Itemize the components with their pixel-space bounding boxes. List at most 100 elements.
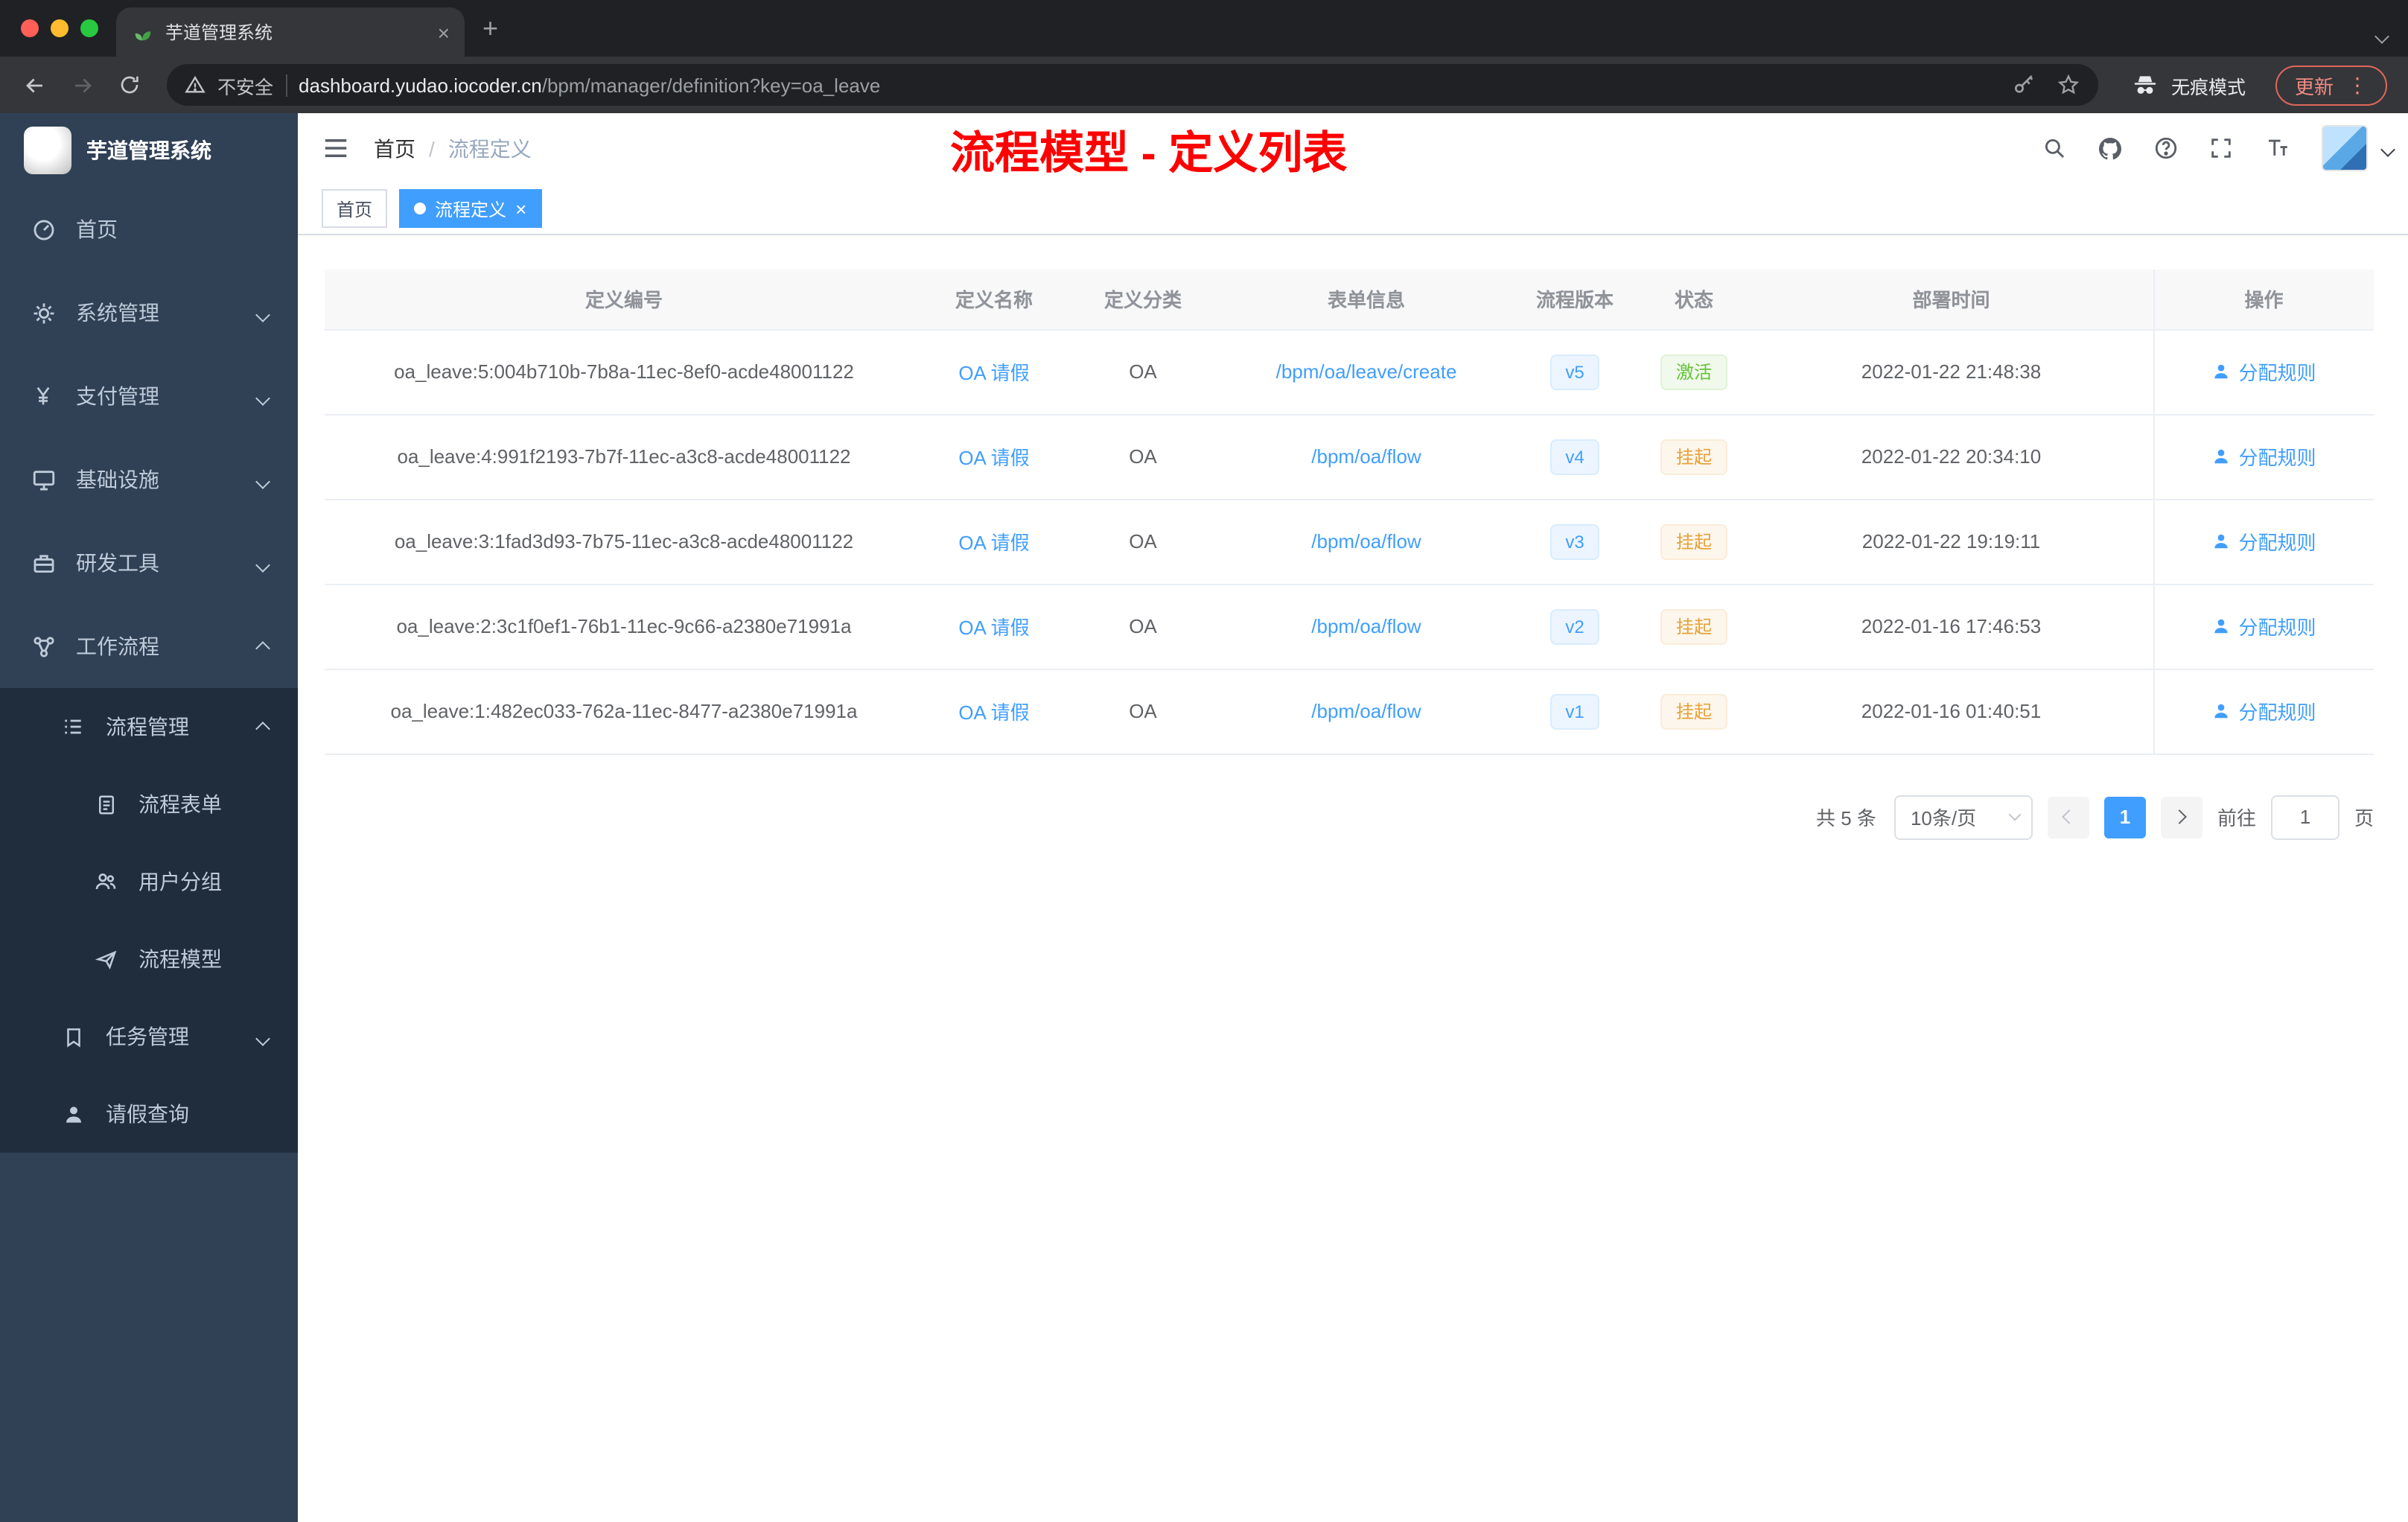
form-link[interactable]: /bpm/oa/flow [1311, 615, 1421, 637]
version-tag: v4 [1550, 439, 1599, 474]
chevron-down-icon [255, 301, 270, 325]
sidebar-item-workflow[interactable]: 工作流程 [0, 605, 298, 688]
help-icon[interactable] [2153, 136, 2179, 161]
form-link[interactable]: /bpm/oa/flow [1311, 700, 1421, 722]
security-warning-icon[interactable] [185, 74, 206, 95]
sidebar: 芋道管理系统 首页 系统管理 支付管理 基础设施 研发工具 工作流程 流程管理 … [0, 113, 298, 1522]
incognito-label: 无痕模式 [2170, 77, 2246, 98]
sidebar-collapse-icon[interactable] [322, 134, 350, 162]
status-badge: 挂起 [1660, 693, 1727, 729]
definition-name-link[interactable]: OA 请假 [958, 362, 1029, 384]
sidebar-logo[interactable]: 芋道管理系统 [0, 113, 298, 188]
close-window-button[interactable] [21, 19, 39, 37]
sidebar-item-label: 基础设施 [76, 468, 159, 491]
definition-name-link[interactable]: OA 请假 [958, 447, 1029, 469]
col-definition-name: 定义名称 [923, 270, 1065, 330]
sidebar-item-label: 请假查询 [106, 1102, 189, 1126]
security-label[interactable]: 不安全 [217, 71, 273, 99]
sidebar-item-process-form[interactable]: 流程表单 [0, 765, 298, 843]
chevron-down-icon [255, 468, 270, 491]
forward-button[interactable] [63, 66, 101, 104]
assign-rule-button[interactable]: 分配规则 [2211, 442, 2316, 471]
minimize-window-button[interactable] [51, 19, 69, 37]
maximize-window-button[interactable] [80, 19, 98, 37]
form-link[interactable]: /bpm/oa/flow [1311, 530, 1421, 553]
sidebar-item-payment[interactable]: 支付管理 [0, 354, 298, 438]
tab-close-icon[interactable]: × [438, 22, 450, 42]
browser-update-button[interactable]: 更新 ⋮ [2275, 65, 2387, 105]
page-size-select[interactable]: 10条/页 [1893, 795, 2033, 839]
sidebar-item-infra[interactable]: 基础设施 [0, 438, 298, 521]
status-badge: 挂起 [1660, 523, 1727, 559]
assign-rule-button[interactable]: 分配规则 [2211, 612, 2316, 640]
browser-menu-icon[interactable]: ⋮ [2347, 72, 2368, 98]
user-avatar-menu[interactable] [2322, 125, 2395, 171]
password-key-icon[interactable] [2012, 73, 2036, 97]
github-icon[interactable] [2097, 135, 2124, 162]
assign-rule-button[interactable]: 分配规则 [2211, 697, 2316, 725]
navbar-actions [2042, 113, 2395, 183]
avatar[interactable] [2322, 125, 2368, 171]
status-badge: 挂起 [1660, 608, 1727, 644]
assign-rule-button[interactable]: 分配规则 [2211, 357, 2316, 386]
definition-name-link[interactable]: OA 请假 [958, 532, 1029, 554]
sidebar-item-label: 工作流程 [76, 634, 159, 658]
sidebar-item-label: 流程管理 [106, 715, 189, 739]
chevron-down-icon [255, 551, 270, 575]
address-bar[interactable]: 不安全 dashboard.yudao.iocoder.cn/bpm/manag… [167, 64, 2098, 106]
sidebar-item-process-management[interactable]: 流程管理 [0, 688, 298, 765]
table-row: oa_leave:3:1fad3d93-7b75-11ec-a3c8-acde4… [325, 499, 2374, 585]
definition-category: OA [1065, 584, 1221, 669]
table-header-row: 定义编号 定义名称 定义分类 表单信息 流程版本 状态 部署时间 操作 [325, 270, 2374, 330]
active-dot [414, 203, 427, 214]
bookmark-star-icon[interactable] [2057, 73, 2080, 97]
definition-name-link[interactable]: OA 请假 [958, 701, 1029, 724]
tag-close-icon[interactable]: × [515, 199, 526, 218]
sidebar-item-label: 流程表单 [138, 792, 222, 816]
url-text[interactable]: dashboard.yudao.iocoder.cn/bpm/manager/d… [299, 74, 2000, 96]
gear-icon [30, 299, 57, 326]
sidebar-item-leave-query[interactable]: 请假查询 [0, 1075, 298, 1153]
sidebar-item-label: 首页 [76, 217, 118, 241]
new-tab-button[interactable]: + [482, 15, 498, 42]
page-number-1[interactable]: 1 [2103, 796, 2146, 838]
chevron-down-icon [255, 384, 270, 408]
back-button[interactable] [15, 66, 54, 104]
font-size-icon[interactable] [2264, 136, 2292, 161]
sidebar-item-home[interactable]: 首页 [0, 188, 298, 271]
search-icon[interactable] [2042, 136, 2067, 161]
sidebar-item-devtools[interactable]: 研发工具 [0, 521, 298, 605]
chevron-up-icon [255, 715, 270, 739]
app-root: 芋道管理系统 首页 系统管理 支付管理 基础设施 研发工具 工作流程 流程管理 … [0, 113, 2408, 1522]
col-status: 状态 [1638, 270, 1750, 330]
sidebar-item-process-model[interactable]: 流程模型 [0, 920, 298, 998]
sidebar-item-system[interactable]: 系统管理 [0, 271, 298, 354]
table-row: oa_leave:2:3c1f0ef1-76b1-11ec-9c66-a2380… [325, 584, 2374, 669]
definition-id: oa_leave:3:1fad3d93-7b75-11ec-a3c8-acde4… [325, 499, 923, 585]
version-tag: v1 [1550, 693, 1599, 729]
next-page-button[interactable] [2160, 796, 2202, 838]
assign-rule-button[interactable]: 分配规则 [2211, 527, 2316, 555]
prev-page-button[interactable] [2047, 796, 2089, 838]
bookmark-icon [60, 1023, 86, 1050]
reload-button[interactable] [110, 66, 149, 104]
sidebar-item-user-group[interactable]: 用户分组 [0, 843, 298, 920]
pagination-total: 共 5 条 [1816, 807, 1876, 830]
page-goto-input[interactable] [2270, 795, 2339, 839]
tag-home[interactable]: 首页 [322, 189, 388, 228]
screenshot-root: 芋道管理系统 × + 不安全 dashboard.yudao.iocoder.c… [0, 0, 2408, 1522]
browser-tab[interactable]: 芋道管理系统 × [116, 7, 465, 57]
definition-id: oa_leave:1:482ec033-762a-11ec-8477-a2380… [325, 669, 923, 754]
breadcrumb-home[interactable]: 首页 [374, 133, 415, 163]
page-size-value: 10条/页 [1910, 807, 1977, 830]
fullscreen-icon[interactable] [2208, 136, 2234, 161]
tab-search-chevron-icon[interactable] [2374, 22, 2389, 49]
form-link[interactable]: /bpm/oa/flow [1311, 445, 1421, 468]
form-link[interactable]: /bpm/oa/leave/create [1276, 360, 1457, 383]
definition-name-link[interactable]: OA 请假 [958, 617, 1029, 639]
list-icon [60, 713, 86, 740]
logo-avatar [24, 127, 71, 174]
definition-id: oa_leave:2:3c1f0ef1-76b1-11ec-9c66-a2380… [325, 584, 923, 669]
tag-process-definition[interactable]: 流程定义 × [399, 189, 542, 228]
sidebar-item-task-management[interactable]: 任务管理 [0, 998, 298, 1075]
